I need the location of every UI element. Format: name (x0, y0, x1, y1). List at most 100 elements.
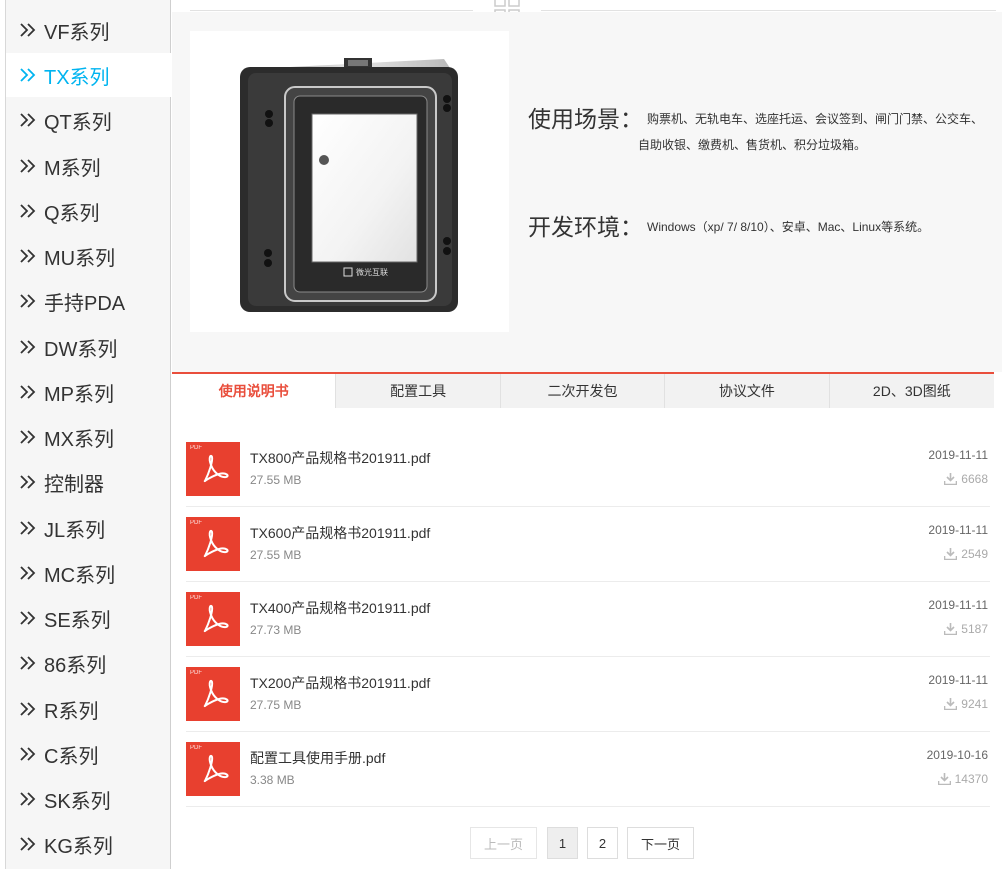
sidebar-item-m[interactable]: M系列 (6, 144, 171, 188)
dev-env-text: Windows（xp/ 7/ 8/10）、安卓、Mac、Linux等系统。 (647, 220, 930, 234)
document-tabs: 使用说明书 配置工具 二次开发包 协议文件 2D、3D图纸 (172, 372, 994, 408)
sidebar-item-mu[interactable]: MU系列 (6, 234, 171, 278)
double-chevron-right-icon (18, 699, 40, 719)
file-row[interactable]: PDF TX400产品规格书201911.pdf 27.73 MB 2019-1… (186, 582, 990, 657)
usage-scenario-line2: 自助收银、缴费机、售货机、积分垃圾箱。 (638, 138, 867, 152)
sidebar-item-label: MC系列 (44, 564, 116, 587)
sidebar-item-sk[interactable]: SK系列 (6, 777, 171, 821)
usage-scenario-row: 使用场景： (528, 100, 643, 134)
next-page-button[interactable]: 下一页 (627, 827, 694, 859)
double-chevron-right-icon (18, 789, 40, 809)
sidebar-item-label: C系列 (44, 745, 99, 768)
file-size: 27.55 MB (250, 548, 302, 562)
double-chevron-right-icon (18, 110, 40, 130)
category-sidebar: VF系列 TX系列 QT系列 M系列 Q系列 MU系列 手持PDA DW系列 M… (5, 0, 171, 869)
sidebar-item-label: MX系列 (44, 428, 114, 451)
tab-2d-3d-drawings[interactable]: 2D、3D图纸 (830, 374, 994, 408)
sidebar-item-q[interactable]: Q系列 (6, 189, 171, 233)
page-1-button[interactable]: 1 (547, 827, 578, 859)
sidebar-item-c[interactable]: C系列 (6, 732, 171, 776)
tab-config-tool[interactable]: 配置工具 (336, 374, 501, 408)
sidebar-item-qt[interactable]: QT系列 (6, 98, 171, 142)
download-icon (944, 698, 958, 710)
sidebar-item-label: M系列 (44, 157, 101, 180)
file-name[interactable]: TX200产品规格书201911.pdf (250, 673, 430, 693)
usage-scenario-line1: 购票机、无轨电车、选座托运、会议签到、闸门门禁、公交车、 (647, 112, 984, 126)
pdf-file-icon: PDF (186, 742, 240, 796)
device-brand-text: 微光互联 (356, 267, 388, 277)
download-icon (944, 623, 958, 635)
sidebar-item-label: JL系列 (44, 519, 106, 542)
sidebar-item-label: QT系列 (44, 111, 112, 134)
tab-protocol-files[interactable]: 协议文件 (665, 374, 830, 408)
file-size: 3.38 MB (250, 773, 295, 787)
pdf-file-icon: PDF (186, 667, 240, 721)
dev-env-row: 开发环境： (528, 208, 643, 242)
download-count[interactable]: 9241 (944, 697, 988, 711)
double-chevron-right-icon (18, 20, 40, 40)
sidebar-item-86[interactable]: 86系列 (6, 641, 171, 685)
sidebar-item-mx[interactable]: MX系列 (6, 415, 171, 459)
sidebar-item-vf[interactable]: VF系列 (6, 8, 171, 52)
double-chevron-right-icon (18, 563, 40, 583)
sidebar-item-label: DW系列 (44, 338, 118, 361)
double-chevron-right-icon (18, 246, 40, 266)
file-row[interactable]: PDF TX200产品规格书201911.pdf 27.75 MB 2019-1… (186, 657, 990, 732)
tab-user-manual[interactable]: 使用说明书 (172, 374, 337, 408)
sidebar-item-mc[interactable]: MC系列 (6, 551, 171, 595)
top-divider-right (541, 10, 996, 11)
dev-env-label: 开发环境： (528, 214, 643, 240)
download-count[interactable]: 6668 (944, 472, 988, 486)
double-chevron-right-icon (18, 653, 40, 673)
top-divider-left (190, 10, 473, 11)
sidebar-item-mp[interactable]: MP系列 (6, 370, 171, 414)
tab-sdk[interactable]: 二次开发包 (501, 374, 666, 408)
sidebar-item-tx[interactable]: TX系列 (6, 53, 171, 97)
file-size: 27.75 MB (250, 698, 302, 712)
sidebar-item-controller[interactable]: 控制器 (6, 460, 171, 504)
sidebar-item-label: SE系列 (44, 609, 111, 632)
double-chevron-right-icon (18, 382, 40, 402)
sidebar-item-label: 控制器 (44, 473, 104, 496)
double-chevron-right-icon (18, 65, 40, 85)
file-row[interactable]: PDF TX600产品规格书201911.pdf 27.55 MB 2019-1… (186, 507, 990, 582)
double-chevron-right-icon (18, 156, 40, 176)
sidebar-item-label: 86系列 (44, 654, 107, 677)
double-chevron-right-icon (18, 472, 40, 492)
sidebar-item-label: MP系列 (44, 383, 114, 406)
double-chevron-right-icon (18, 201, 40, 221)
sidebar-item-se[interactable]: SE系列 (6, 596, 171, 640)
double-chevron-right-icon (18, 608, 40, 628)
pdf-file-icon: PDF (186, 592, 240, 646)
sidebar-item-kg[interactable]: KG系列 (6, 822, 171, 866)
file-name[interactable]: 配置工具使用手册.pdf (250, 748, 385, 768)
file-row[interactable]: PDF TX800产品规格书201911.pdf 27.55 MB 2019-1… (186, 432, 990, 507)
sidebar-item-jl[interactable]: JL系列 (6, 506, 171, 550)
file-date: 2019-11-11 (928, 448, 988, 462)
double-chevron-right-icon (18, 337, 40, 357)
file-date: 2019-10-16 (926, 748, 988, 762)
download-count[interactable]: 2549 (944, 547, 988, 561)
pdf-file-icon: PDF (186, 517, 240, 571)
file-name[interactable]: TX600产品规格书201911.pdf (250, 523, 430, 543)
page-2-button[interactable]: 2 (587, 827, 618, 859)
double-chevron-right-icon (18, 291, 40, 311)
file-name[interactable]: TX400产品规格书201911.pdf (250, 598, 430, 618)
sidebar-item-dw[interactable]: DW系列 (6, 325, 171, 369)
download-count[interactable]: 5187 (944, 622, 988, 636)
download-icon (944, 473, 958, 485)
download-icon (937, 773, 951, 785)
sidebar-item-label: VF系列 (44, 21, 110, 44)
download-count[interactable]: 14370 (937, 772, 988, 786)
pdf-file-icon: PDF (186, 442, 240, 496)
sidebar-item-label: SK系列 (44, 790, 111, 813)
sidebar-item-label: TX系列 (44, 66, 110, 89)
double-chevron-right-icon (18, 834, 40, 854)
download-icon (944, 548, 958, 560)
sidebar-item-r[interactable]: R系列 (6, 687, 171, 731)
file-row[interactable]: PDF 配置工具使用手册.pdf 3.38 MB 2019-10-16 1437… (186, 732, 990, 807)
file-date: 2019-11-11 (928, 598, 988, 612)
sidebar-item-handheld-pda[interactable]: 手持PDA (6, 279, 171, 323)
file-name[interactable]: TX800产品规格书201911.pdf (250, 448, 430, 468)
prev-page-button[interactable]: 上一页 (470, 827, 537, 859)
